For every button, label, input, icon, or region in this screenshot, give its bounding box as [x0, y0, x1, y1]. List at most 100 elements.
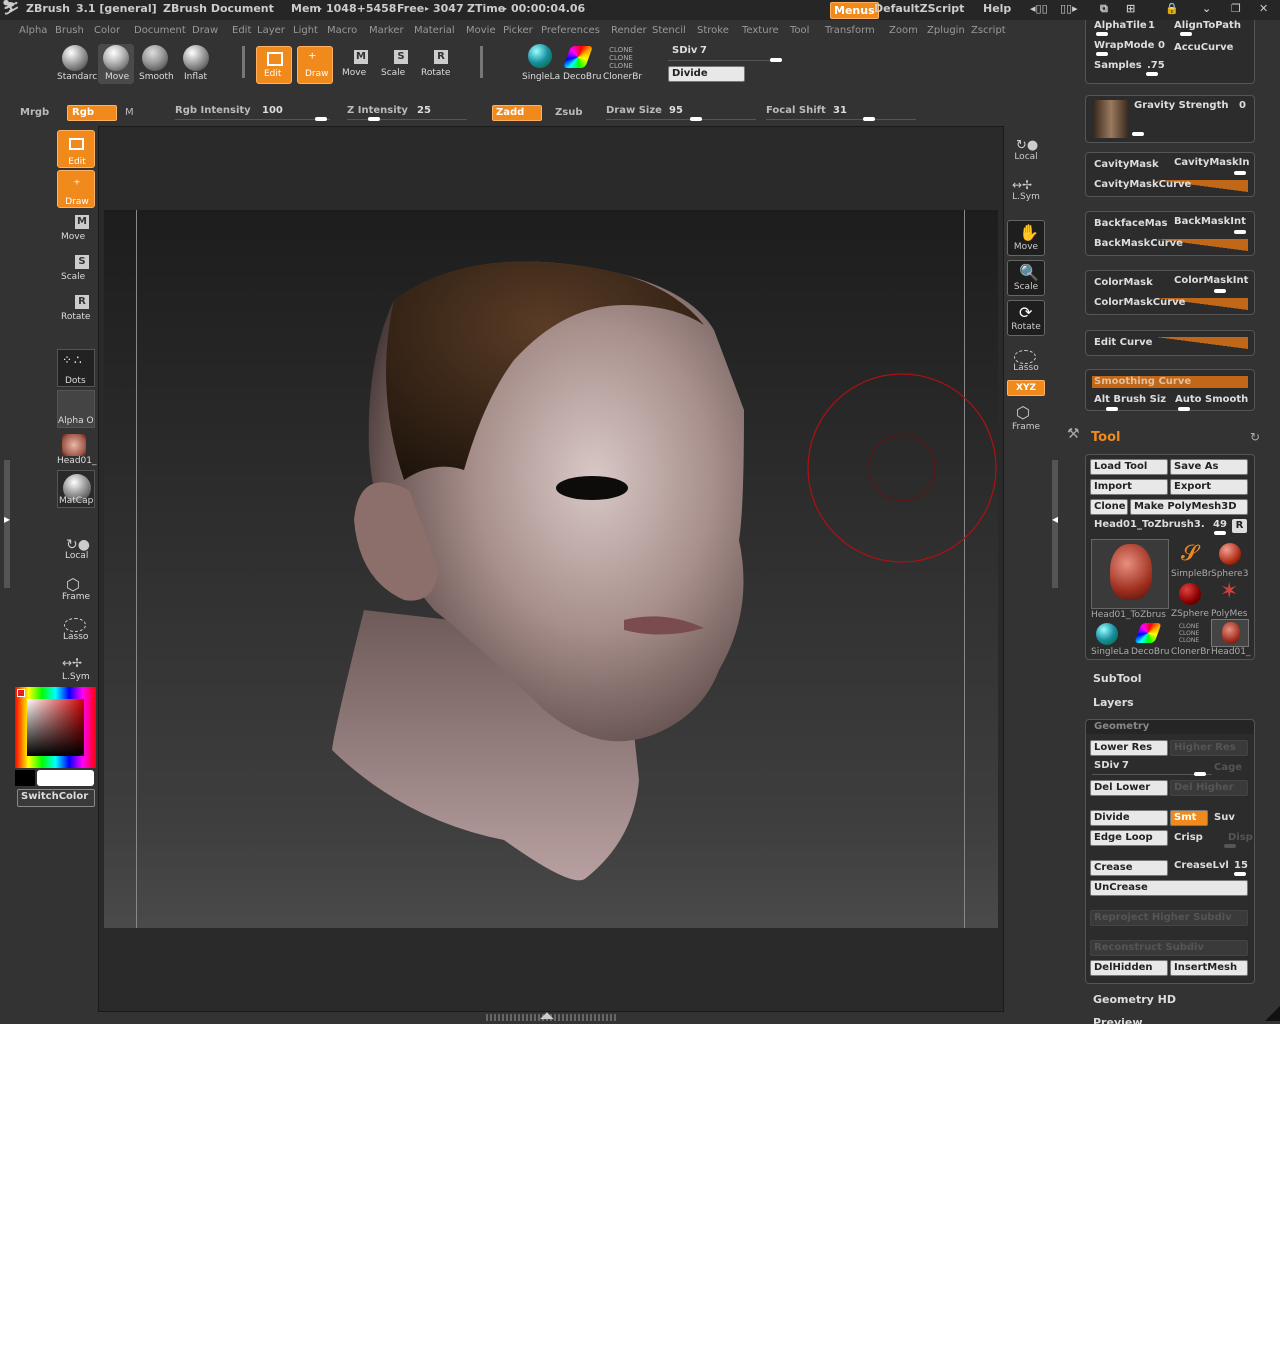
smooth-brush-icon[interactable] — [142, 45, 168, 71]
layout-prev-icon[interactable]: ◂▯▯ — [1030, 2, 1048, 15]
load-tool-button[interactable]: Load Tool — [1090, 459, 1168, 475]
geometry-sdiv-knob[interactable] — [1194, 772, 1206, 776]
scale-mode-icon[interactable]: S — [394, 50, 408, 64]
singlelayer-brush-icon[interactable] — [528, 44, 552, 68]
secondary-color-swatch[interactable] — [15, 770, 35, 786]
draw-size-knob[interactable] — [690, 117, 702, 121]
creaselvl-knob[interactable] — [1234, 872, 1246, 876]
move-view-button[interactable]: ✋ Move — [1007, 220, 1045, 256]
gravity-strength-knob[interactable] — [1132, 132, 1144, 136]
menu-stroke[interactable]: Stroke — [697, 25, 729, 36]
accucurve-toggle[interactable]: AccuCurve — [1174, 42, 1233, 53]
backmaskint-knob[interactable] — [1234, 230, 1246, 234]
decobrush-thumb-icon[interactable] — [1134, 623, 1162, 643]
suv-toggle[interactable]: Suv — [1214, 812, 1235, 823]
disp-toggle[interactable]: Disp — [1228, 832, 1253, 843]
menu-material[interactable]: Material — [414, 25, 455, 36]
menu-alpha[interactable]: Alpha — [19, 25, 47, 36]
geometry-hd-section[interactable]: Geometry HD — [1093, 993, 1176, 1006]
mrgb-button[interactable]: Mrgb — [20, 107, 49, 118]
sphere3d-icon[interactable] — [1219, 543, 1241, 565]
menu-light[interactable]: Light — [293, 25, 318, 36]
resize-corner-icon[interactable] — [1265, 1006, 1280, 1021]
minimize-icon[interactable]: ⌄ — [1202, 2, 1211, 15]
texture-thumbnail[interactable] — [62, 434, 86, 456]
menu-marker[interactable]: Marker — [369, 25, 404, 36]
close-icon[interactable]: ✕ — [1259, 2, 1268, 15]
menu-draw[interactable]: Draw — [192, 25, 218, 36]
auto-smooth-knob[interactable] — [1178, 407, 1190, 411]
higher-res-button[interactable]: Higher Res — [1170, 740, 1248, 756]
crease-button[interactable]: Crease — [1090, 860, 1168, 876]
left-rotate-icon[interactable]: R — [75, 295, 89, 309]
cavitymaskint-knob[interactable] — [1234, 171, 1246, 175]
menu-movie[interactable]: Movie — [466, 25, 496, 36]
lock-icon[interactable]: 🔒 — [1165, 2, 1179, 15]
geometry-divide-button[interactable]: Divide — [1090, 810, 1168, 826]
current-tool-knob[interactable] — [1214, 531, 1226, 535]
menu-stencil[interactable]: Stencil — [652, 25, 686, 36]
head-thumb-slot[interactable] — [1211, 619, 1249, 647]
menu-preferences[interactable]: Preferences — [541, 25, 600, 36]
disp-knob[interactable] — [1224, 844, 1236, 848]
left-edit-button[interactable]: Edit — [57, 130, 95, 168]
lsym-right-icon[interactable]: ↔✢ — [1012, 178, 1032, 192]
preview-section[interactable]: Preview — [1093, 1016, 1143, 1024]
z-intensity-knob[interactable] — [368, 117, 380, 121]
menu-zscript[interactable]: Zscript — [971, 25, 1006, 36]
make-polymesh-button[interactable]: Make PolyMesh3D — [1130, 499, 1248, 515]
save-as-button[interactable]: Save As — [1170, 459, 1248, 475]
edit-curve[interactable] — [1156, 337, 1248, 349]
export-button[interactable]: Export — [1170, 479, 1248, 495]
rgb-intensity-knob[interactable] — [315, 117, 327, 121]
menu-transform[interactable]: Transform — [825, 25, 875, 36]
aligntopath-toggle[interactable]: AlignToPath — [1174, 20, 1241, 31]
lsym-icon[interactable]: ↔✢ — [62, 656, 82, 670]
current-tool-thumbnail[interactable] — [1091, 539, 1169, 609]
focal-shift-knob[interactable] — [863, 117, 875, 121]
clone-button[interactable]: Clone — [1090, 499, 1128, 515]
rotate-mode-icon[interactable]: R — [434, 50, 448, 64]
subtool-section[interactable]: SubTool — [1093, 672, 1142, 685]
reconstruct-subdiv-button[interactable]: Reconstruct Subdiv — [1090, 940, 1248, 956]
aligntopath-knob[interactable] — [1180, 32, 1192, 36]
z-intensity-slider[interactable] — [347, 119, 467, 120]
left-move-icon[interactable]: M — [75, 215, 89, 229]
menu-layer[interactable]: Layer — [257, 25, 285, 36]
rotate-view-button[interactable]: ⟳ Rotate — [1007, 300, 1045, 336]
local-right-icon[interactable]: ↻● — [1016, 138, 1038, 153]
samples-knob[interactable] — [1146, 72, 1158, 76]
cage-button[interactable]: Cage — [1214, 762, 1242, 773]
sdiv-slider[interactable] — [668, 60, 782, 61]
collapse-arrow-icon[interactable]: ◢◣ — [540, 1011, 554, 1021]
layout-next-icon[interactable]: ▯▯▸ — [1060, 2, 1078, 15]
frame-right-icon[interactable]: ⬡ — [1016, 403, 1030, 422]
wrapmode-knob[interactable] — [1096, 52, 1108, 56]
menu-picker[interactable]: Picker — [503, 25, 533, 36]
menu-tool[interactable]: Tool — [790, 25, 809, 36]
hue-marker[interactable] — [17, 689, 25, 697]
left-scale-icon[interactable]: S — [75, 255, 89, 269]
clonerbrush-thumb-icon[interactable]: CLONE CLONE CLONE — [1174, 623, 1204, 644]
inflate-brush-icon[interactable] — [183, 45, 209, 71]
menu-render[interactable]: Render — [611, 25, 647, 36]
smoothing-curve-label[interactable]: Smoothing Curve — [1094, 376, 1191, 387]
m-button[interactable]: M — [125, 107, 134, 118]
head-model[interactable] — [104, 210, 998, 928]
move-mode-icon[interactable]: M — [354, 50, 368, 64]
alt-brush-size-knob[interactable] — [1106, 407, 1118, 411]
edit-curve-label[interactable]: Edit Curve — [1094, 337, 1152, 348]
menu-zoom[interactable]: Zoom — [889, 25, 918, 36]
menu-color[interactable]: Color — [94, 25, 120, 36]
polymesh-icon[interactable]: ✶ — [1220, 579, 1238, 604]
xyz-button[interactable]: XYZ — [1007, 380, 1045, 396]
clonerbrush-icon[interactable]: CLONE CLONE CLONE — [607, 46, 635, 70]
delhidden-button[interactable]: DelHidden — [1090, 960, 1168, 976]
standard-brush-icon[interactable] — [62, 45, 88, 71]
refresh-icon[interactable]: ↻ — [1250, 430, 1260, 444]
left-tray-toggle-icon[interactable]: ▸ — [4, 512, 10, 526]
zadd-button[interactable]: Zadd — [492, 105, 542, 121]
insertmesh-button[interactable]: InsertMesh — [1170, 960, 1248, 976]
color-picker-sv[interactable] — [27, 699, 84, 756]
crisp-toggle[interactable]: Crisp — [1174, 832, 1203, 843]
